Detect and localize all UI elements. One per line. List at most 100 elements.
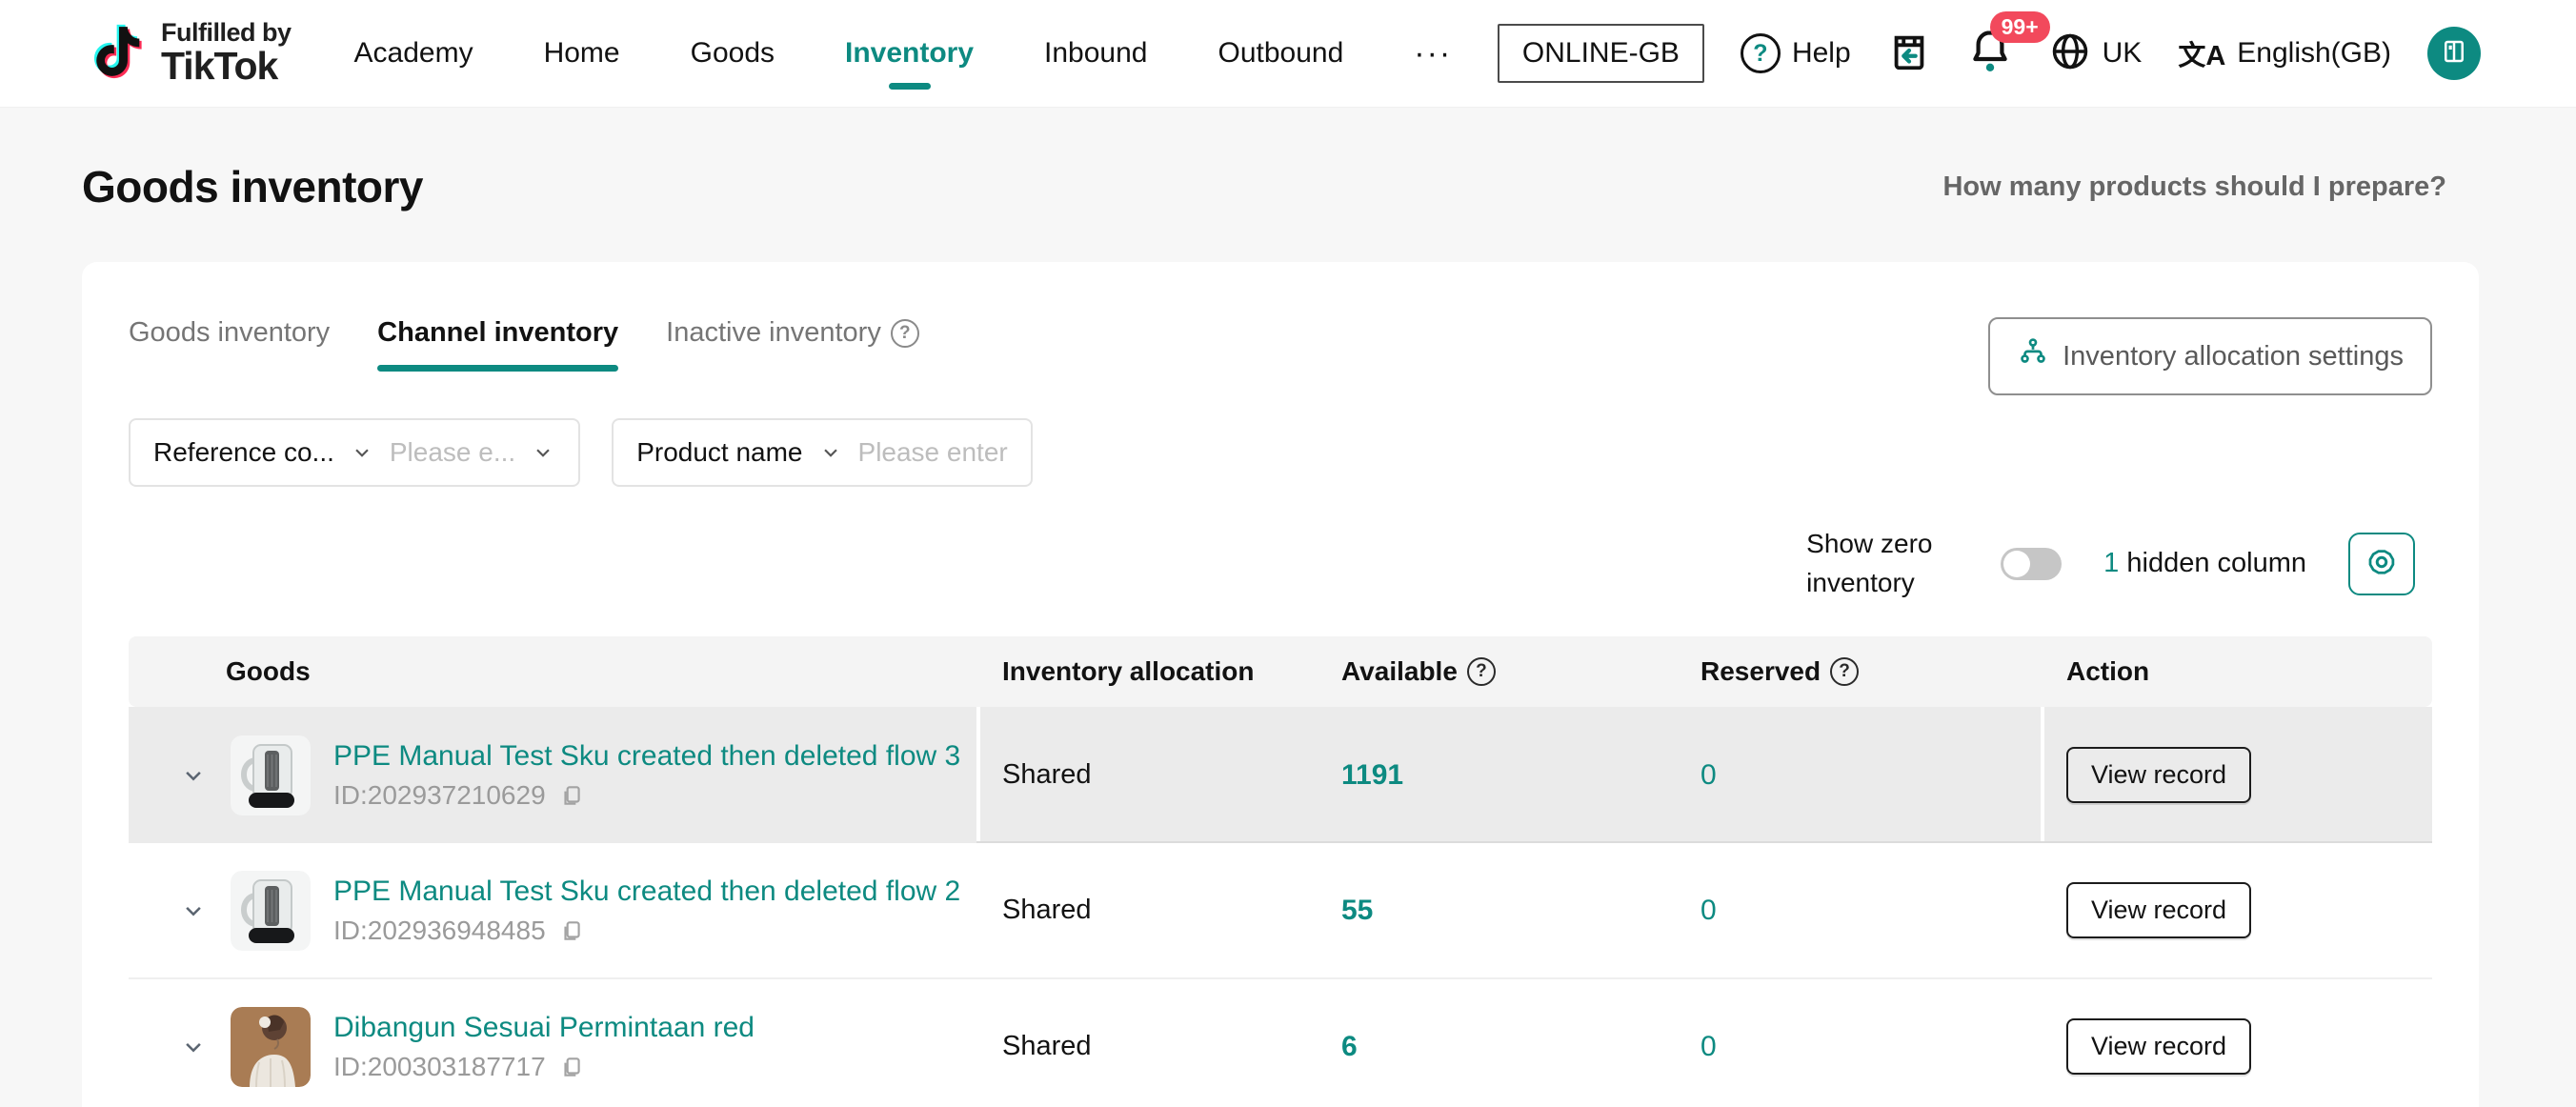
nav-item-inbound[interactable]: Inbound [1044,0,1147,107]
column-separator [976,707,980,843]
question-circle-icon: ? [1741,33,1781,73]
help-label: Help [1792,37,1851,70]
product-name-link[interactable]: PPE Manual Test Sku created then deleted… [333,876,960,908]
tab-channel-inventory[interactable]: Channel inventory [377,317,618,372]
reference-code-input[interactable]: Please e... [390,437,515,468]
notifications-button[interactable]: 99+ [1967,27,2013,81]
allocation-tree-icon [2017,336,2049,376]
column-separator [2041,707,2044,843]
product-image-teapot[interactable] [231,735,311,815]
product-text: PPE Manual Test Sku created then deleted… [333,740,960,811]
product-id-value: ID:200303187717 [333,1052,546,1082]
product-image-sweater[interactable] [231,1007,311,1087]
view-record-button[interactable]: View record [2066,882,2251,938]
product-text: PPE Manual Test Sku created then deleted… [333,876,960,946]
expand-row-chevron-icon[interactable] [179,1033,208,1061]
logo-line2: TikTok [161,47,292,87]
shop-selector[interactable]: ONLINE-GB [1498,24,1704,83]
tab-goods-inventory[interactable]: Goods inventory [129,317,330,372]
available-value[interactable]: 1191 [1316,759,1675,792]
chevron-down-icon[interactable] [531,440,555,465]
reserved-value[interactable]: 0 [1675,1031,2041,1063]
question-circle-icon[interactable]: ? [1467,657,1496,686]
store-avatar[interactable] [2427,27,2481,80]
column-settings-button[interactable] [2348,533,2415,595]
topbar-right-cluster: ONLINE-GB ? Help 99+ [1498,24,2481,83]
filter-row: Reference co... Please e... Product name… [129,418,2432,487]
chevron-down-icon[interactable] [818,440,843,465]
copy-icon[interactable] [559,1055,584,1079]
chevron-down-icon[interactable] [350,440,374,465]
action-cell: View record [2041,882,2434,938]
translate-icon: 文A [2178,33,2225,73]
nav-label: Inbound [1044,37,1147,70]
nav-item-academy[interactable]: Academy [354,0,473,107]
product-name-input[interactable]: Please enter [858,437,1008,468]
topbar: Fulfilled by TikTok Academy Home Goods I… [0,0,2576,108]
product-id: ID:200303187717 [333,1052,755,1082]
nav-item-goods[interactable]: Goods [691,0,775,107]
product-id-value: ID:202936948485 [333,916,546,946]
tab-label: Goods inventory [129,317,330,349]
nav-item-home[interactable]: Home [544,0,620,107]
table-row: PPE Manual Test Sku created then deleted… [129,707,2432,843]
goods-cell: PPE Manual Test Sku created then deleted… [129,735,976,815]
nav-label: Inventory [845,37,974,70]
returns-button[interactable] [1887,30,1931,78]
product-name-link[interactable]: Dibangun Sesuai Permintaan red [333,1012,755,1044]
product-name-link[interactable]: PPE Manual Test Sku created then deleted… [333,740,960,773]
goods-cell: PPE Manual Test Sku created then deleted… [129,871,976,951]
copy-icon[interactable] [559,783,584,808]
view-record-button[interactable]: View record [2066,747,2251,803]
question-circle-icon[interactable]: ? [1830,657,1859,686]
nav-label: Home [544,37,620,70]
inventory-allocation-settings-button[interactable]: Inventory allocation settings [1988,317,2432,395]
logo-line1: Fulfilled by [161,20,292,47]
nav-label: Outbound [1218,37,1343,70]
expand-row-chevron-icon[interactable] [179,896,208,925]
logo-wordmark: Fulfilled by TikTok [161,20,292,86]
table-header: Goods Inventory allocation Available ? R… [129,636,2432,707]
product-image-teapot[interactable] [231,871,311,951]
prepare-help-link[interactable]: How many products should I prepare? [1942,171,2446,203]
nav-item-inventory[interactable]: Inventory [845,0,974,107]
action-cell: View record [2041,1018,2434,1075]
allocation-value: Shared [976,1031,1316,1062]
available-value[interactable]: 55 [1316,895,1675,927]
nav-more-button[interactable]: ··· [1414,0,1452,107]
column-header-available: Available ? [1316,656,1675,687]
product-id: ID:202936948485 [333,916,960,946]
active-tab-underline [377,365,618,372]
help-menu[interactable]: ? Help [1741,33,1851,73]
nav-label: Goods [691,37,775,70]
show-zero-inventory-label: Show zero inventory [1806,525,1959,602]
reserved-label: Reserved [1701,656,1821,687]
tiktok-logo-icon [89,17,148,91]
view-record-button[interactable]: View record [2066,1018,2251,1075]
table-row: PPE Manual Test Sku created then deleted… [129,843,2432,979]
hidden-column-label: hidden column [2119,548,2306,578]
product-id: ID:202937210629 [333,780,960,811]
copy-icon[interactable] [559,918,584,943]
nav-item-outbound[interactable]: Outbound [1218,0,1343,107]
available-value[interactable]: 6 [1316,1031,1675,1063]
reference-code-label[interactable]: Reference co... [153,437,334,468]
show-zero-inventory-toggle[interactable] [2001,548,2062,580]
fulfilled-by-tiktok-logo[interactable]: Fulfilled by TikTok [89,17,292,91]
language-selector[interactable]: 文A English(GB) [2178,33,2391,73]
expand-row-chevron-icon[interactable] [179,761,208,790]
region-selector[interactable]: UK [2049,30,2143,77]
gear-icon [2364,544,2400,583]
tab-inactive-inventory[interactable]: Inactive inventory ? [666,317,919,372]
reserved-value[interactable]: 0 [1675,895,2041,927]
product-name-label[interactable]: Product name [636,437,802,468]
reserved-value[interactable]: 0 [1675,759,2041,792]
column-header-reserved: Reserved ? [1675,656,2041,687]
product-name-filter[interactable]: Product name Please enter [612,418,1033,487]
ellipsis-icon: ··· [1414,35,1452,72]
page-title: Goods inventory [82,161,423,212]
toggle-knob [2003,551,2030,577]
allocation-value: Shared [976,759,1316,791]
nav-label: Academy [354,37,473,70]
reference-code-filter[interactable]: Reference co... Please e... [129,418,580,487]
